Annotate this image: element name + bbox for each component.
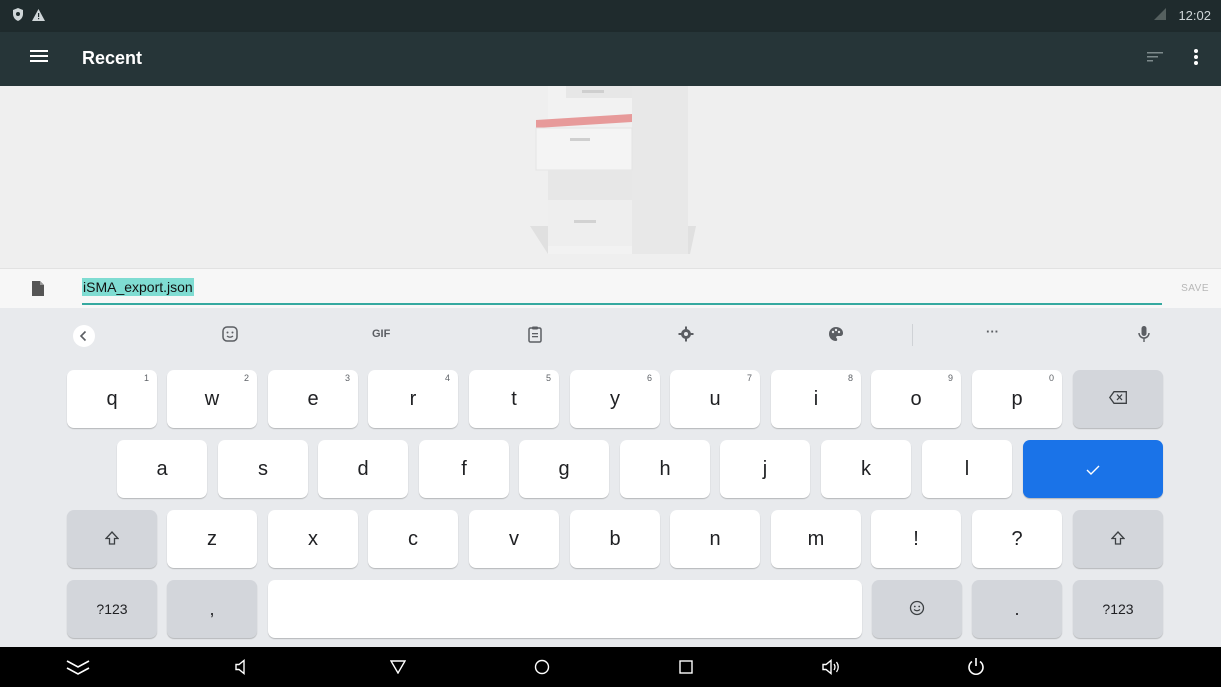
key-g[interactable]: g <box>519 440 609 498</box>
hamburger-menu-icon[interactable] <box>30 48 48 69</box>
shift-icon <box>104 530 120 548</box>
keyboard-toolbar: GIF ··· <box>0 308 1221 360</box>
signal-icon <box>1154 8 1167 23</box>
enter-key[interactable] <box>1023 440 1163 498</box>
smiley-icon <box>909 600 925 619</box>
key-question[interactable]: ? <box>972 510 1062 568</box>
key-period[interactable]: . <box>972 580 1062 638</box>
key-c[interactable]: c <box>368 510 458 568</box>
checkmark-icon <box>1086 458 1100 481</box>
sort-icon[interactable] <box>1147 50 1163 68</box>
shift-key-left[interactable] <box>67 510 157 568</box>
back-chevron-icon[interactable] <box>72 324 96 348</box>
key-d[interactable]: d <box>318 440 408 498</box>
clipboard-icon[interactable] <box>528 326 542 343</box>
recent-files-area <box>0 86 1221 268</box>
file-icon <box>32 281 44 301</box>
space-bar[interactable] <box>268 580 862 638</box>
key-a[interactable]: a <box>117 440 207 498</box>
symbols-key-left[interactable]: ?123 <box>67 580 157 638</box>
key-u[interactable]: u7 <box>670 370 760 428</box>
key-o[interactable]: o9 <box>871 370 961 428</box>
key-s[interactable]: s <box>218 440 308 498</box>
backspace-icon <box>1108 391 1127 407</box>
save-button[interactable]: SAVE <box>1181 283 1209 294</box>
sticker-icon[interactable] <box>222 326 238 342</box>
shift-icon <box>1110 530 1126 548</box>
key-v[interactable]: v <box>469 510 559 568</box>
key-i[interactable]: i8 <box>771 370 861 428</box>
key-p[interactable]: p0 <box>972 370 1062 428</box>
filename-field[interactable]: iSMA_export.json <box>82 277 1162 305</box>
power-icon[interactable] <box>962 655 990 679</box>
key-y[interactable]: y6 <box>570 370 660 428</box>
recent-apps-icon[interactable] <box>672 655 700 679</box>
key-b[interactable]: b <box>570 510 660 568</box>
backspace-key[interactable] <box>1073 370 1163 428</box>
key-j[interactable]: j <box>720 440 810 498</box>
volume-down-icon[interactable] <box>228 655 256 679</box>
shift-key-right[interactable] <box>1073 510 1163 568</box>
key-q[interactable]: q1 <box>67 370 157 428</box>
volume-up-icon[interactable] <box>818 655 846 679</box>
page-title: Recent <box>82 48 143 68</box>
key-l[interactable]: l <box>922 440 1012 498</box>
app-bar: Recent <box>0 32 1221 86</box>
key-h[interactable]: h <box>620 440 710 498</box>
filename-input[interactable]: iSMA_export.json <box>82 278 194 296</box>
status-bar: 12:02 <box>0 0 1221 32</box>
toolbar-divider <box>912 324 913 346</box>
key-exclamation[interactable]: ! <box>871 510 961 568</box>
theme-palette-icon[interactable] <box>828 326 844 342</box>
filename-row: iSMA_export.json SAVE <box>0 268 1221 309</box>
key-z[interactable]: z <box>167 510 257 568</box>
key-f[interactable]: f <box>419 440 509 498</box>
symbols-key-right[interactable]: ?123 <box>1073 580 1163 638</box>
key-r[interactable]: r4 <box>368 370 458 428</box>
key-n[interactable]: n <box>670 510 760 568</box>
key-k[interactable]: k <box>821 440 911 498</box>
key-t[interactable]: t5 <box>469 370 559 428</box>
key-comma[interactable]: , <box>167 580 257 638</box>
emoji-key[interactable] <box>872 580 962 638</box>
status-time: 12:02 <box>1178 8 1211 23</box>
warning-icon <box>32 8 45 26</box>
more-options-icon[interactable] <box>1193 48 1199 71</box>
key-e[interactable]: e3 <box>268 370 358 428</box>
back-icon[interactable] <box>384 655 412 679</box>
settings-gear-icon[interactable] <box>678 326 694 342</box>
home-icon[interactable] <box>528 655 556 679</box>
microphone-icon[interactable] <box>1138 326 1150 343</box>
more-tools-button[interactable]: ··· <box>986 324 999 339</box>
key-w[interactable]: w2 <box>167 370 257 428</box>
shield-icon <box>12 8 24 26</box>
hide-keyboard-icon[interactable] <box>64 655 92 679</box>
on-screen-keyboard: GIF ··· q1 w2 e3 r4 t5 y6 u7 i8 o9 p0 a … <box>0 308 1221 647</box>
navigation-bar <box>0 647 1221 687</box>
key-x[interactable]: x <box>268 510 358 568</box>
key-m[interactable]: m <box>771 510 861 568</box>
file-cabinet-illustration <box>530 86 696 254</box>
gif-button[interactable]: GIF <box>372 328 390 340</box>
